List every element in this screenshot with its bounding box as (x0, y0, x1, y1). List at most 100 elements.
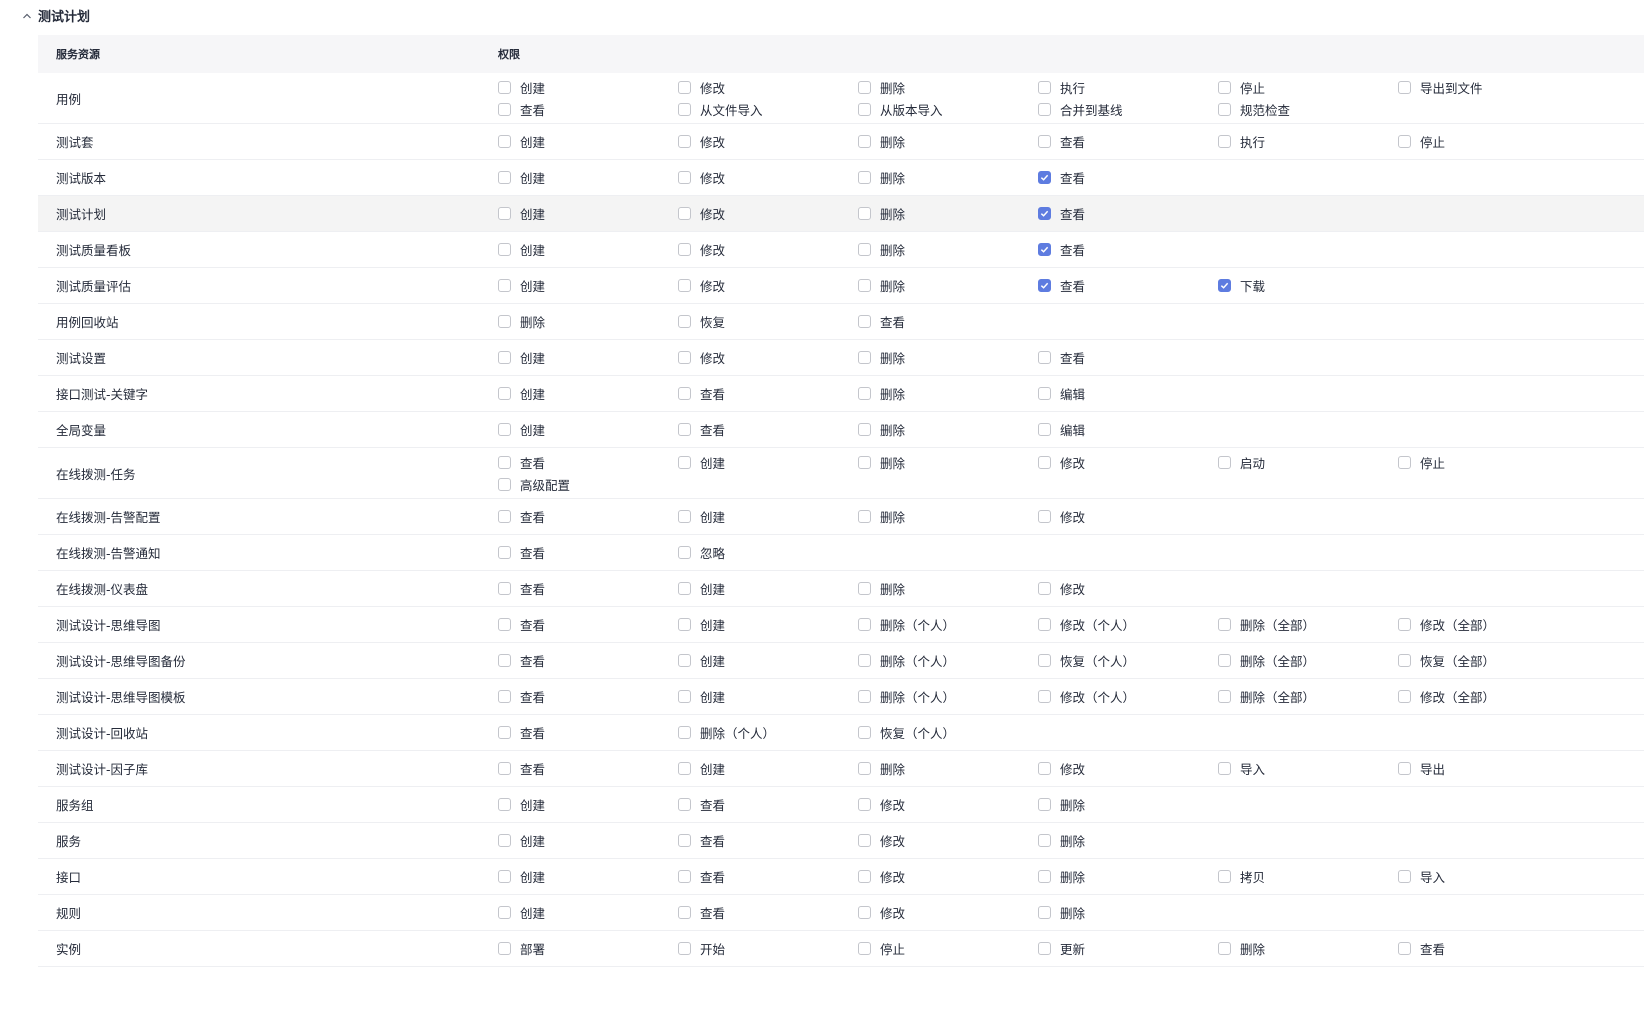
permission-option[interactable]: 修改 (678, 204, 858, 224)
permission-option[interactable]: 删除（全部） (1218, 687, 1398, 707)
permission-checkbox[interactable] (498, 207, 511, 220)
permission-option[interactable]: 删除 (858, 759, 1038, 779)
permission-checkbox[interactable] (678, 80, 691, 94)
permission-option[interactable]: 修改 (858, 867, 1038, 887)
permission-option[interactable]: 部署 (498, 939, 678, 959)
permission-option[interactable]: 删除（个人） (678, 723, 858, 743)
permission-checkbox[interactable] (678, 870, 691, 883)
permission-checkbox[interactable] (498, 582, 511, 595)
permission-checkbox[interactable] (678, 423, 691, 436)
permission-option[interactable]: 查看 (1038, 240, 1218, 260)
permission-checkbox[interactable] (1218, 690, 1231, 703)
permission-option[interactable]: 创建 (678, 759, 858, 779)
permission-option[interactable]: 创建 (498, 420, 678, 440)
permission-option[interactable]: 创建 (498, 276, 678, 296)
permission-checkbox[interactable] (1038, 423, 1051, 436)
permission-option[interactable]: 修改 (678, 276, 858, 296)
permission-option[interactable]: 删除 (858, 348, 1038, 368)
permission-checkbox[interactable] (678, 726, 691, 739)
permission-checkbox[interactable] (678, 102, 691, 116)
permission-option[interactable]: 修改（个人） (1038, 687, 1218, 707)
permission-option[interactable]: 创建 (498, 903, 678, 923)
permission-checkbox[interactable] (678, 315, 691, 328)
permission-checkbox[interactable] (678, 243, 691, 256)
permission-checkbox[interactable] (1038, 279, 1051, 292)
permission-checkbox[interactable] (1038, 243, 1051, 256)
permission-option[interactable]: 查看 (1398, 939, 1578, 959)
permission-checkbox[interactable] (1218, 762, 1231, 775)
permission-option[interactable]: 查看 (1038, 348, 1218, 368)
permission-option[interactable]: 删除 (858, 507, 1038, 527)
permission-checkbox[interactable] (1218, 618, 1231, 631)
permission-option[interactable]: 创建 (498, 168, 678, 188)
permission-checkbox[interactable] (1038, 798, 1051, 811)
permission-option[interactable]: 删除 (1038, 831, 1218, 851)
permission-checkbox[interactable] (1218, 654, 1231, 667)
permission-checkbox[interactable] (1398, 455, 1411, 469)
permission-checkbox[interactable] (1398, 762, 1411, 775)
permission-option[interactable]: 查看 (1038, 204, 1218, 224)
permission-checkbox[interactable] (858, 798, 871, 811)
permission-checkbox[interactable] (498, 387, 511, 400)
permission-option[interactable]: 导出 (1398, 759, 1578, 779)
permission-option[interactable]: 恢复（全部） (1398, 651, 1578, 671)
permission-checkbox[interactable] (858, 423, 871, 436)
permission-checkbox[interactable] (678, 906, 691, 919)
permission-checkbox[interactable] (678, 654, 691, 667)
permission-checkbox[interactable] (1038, 654, 1051, 667)
permission-checkbox[interactable] (858, 834, 871, 847)
permission-checkbox[interactable] (858, 102, 871, 116)
permission-checkbox[interactable] (498, 279, 511, 292)
permission-option[interactable]: 删除 (858, 384, 1038, 404)
permission-checkbox[interactable] (1398, 942, 1411, 955)
permission-checkbox[interactable] (858, 762, 871, 775)
permission-option[interactable]: 从版本导入 (858, 99, 1038, 119)
permission-checkbox[interactable] (678, 279, 691, 292)
permission-checkbox[interactable] (678, 762, 691, 775)
permission-checkbox[interactable] (498, 102, 511, 116)
permission-option[interactable]: 创建 (678, 651, 858, 671)
permission-option[interactable]: 查看 (678, 867, 858, 887)
permission-option[interactable]: 更新 (1038, 939, 1218, 959)
permission-option[interactable]: 删除 (858, 420, 1038, 440)
permission-checkbox[interactable] (678, 798, 691, 811)
permission-checkbox[interactable] (858, 870, 871, 883)
permission-checkbox[interactable] (498, 834, 511, 847)
permission-option[interactable]: 查看 (678, 420, 858, 440)
permission-checkbox[interactable] (1218, 942, 1231, 955)
permission-option[interactable]: 编辑 (1038, 384, 1218, 404)
permission-option[interactable]: 删除 (1038, 795, 1218, 815)
permission-checkbox[interactable] (498, 870, 511, 883)
permission-checkbox[interactable] (498, 942, 511, 955)
permission-option[interactable]: 查看 (498, 651, 678, 671)
permission-checkbox[interactable] (678, 135, 691, 148)
permission-option[interactable]: 删除 (498, 312, 678, 332)
permission-option[interactable]: 查看 (1038, 168, 1218, 188)
permission-option[interactable]: 修改 (1038, 759, 1218, 779)
permission-option[interactable]: 创建 (678, 615, 858, 635)
permission-checkbox[interactable] (678, 582, 691, 595)
permission-option[interactable]: 忽略 (678, 543, 858, 563)
permission-checkbox[interactable] (1038, 870, 1051, 883)
permission-option[interactable]: 查看 (498, 687, 678, 707)
permission-checkbox[interactable] (858, 618, 871, 631)
permission-checkbox[interactable] (858, 582, 871, 595)
permission-checkbox[interactable] (1218, 80, 1231, 94)
permission-checkbox[interactable] (498, 906, 511, 919)
permission-option[interactable]: 导入 (1398, 867, 1578, 887)
permission-option[interactable]: 下载 (1218, 276, 1398, 296)
permission-option[interactable]: 导入 (1218, 759, 1398, 779)
permission-option[interactable]: 创建 (498, 831, 678, 851)
permission-checkbox[interactable] (498, 477, 511, 491)
permission-checkbox[interactable] (858, 315, 871, 328)
permission-option[interactable]: 执行 (1038, 77, 1218, 97)
permission-option[interactable]: 创建 (498, 77, 678, 97)
permission-option[interactable]: 恢复 (678, 312, 858, 332)
permission-checkbox[interactable] (1038, 387, 1051, 400)
permission-checkbox[interactable] (1038, 135, 1051, 148)
permission-checkbox[interactable] (1218, 870, 1231, 883)
permission-checkbox[interactable] (1218, 102, 1231, 116)
permission-checkbox[interactable] (858, 351, 871, 364)
permission-option[interactable]: 删除（个人） (858, 615, 1038, 635)
permission-checkbox[interactable] (1398, 690, 1411, 703)
